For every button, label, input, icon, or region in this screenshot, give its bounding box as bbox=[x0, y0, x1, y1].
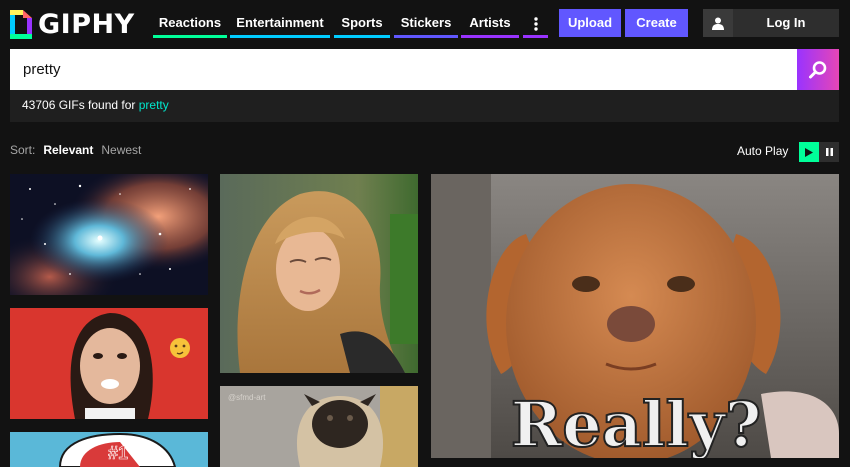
create-button[interactable]: Create bbox=[625, 9, 688, 37]
gif-pug[interactable]: @sfmd-art bbox=[220, 386, 418, 467]
results-prefix: 43706 GIFs found for bbox=[22, 98, 136, 112]
pug-watermark: @sfmd-art bbox=[228, 393, 266, 402]
search-bar bbox=[10, 49, 839, 90]
results-count: 43706 GIFs found for pretty bbox=[10, 90, 839, 122]
nav-artists[interactable]: Artists bbox=[461, 9, 519, 38]
autoplay-label: Auto Play bbox=[737, 144, 789, 158]
search-input[interactable] bbox=[10, 49, 797, 90]
sort-relevant[interactable]: Relevant bbox=[43, 143, 93, 157]
autoplay-play-button[interactable] bbox=[799, 142, 819, 162]
giphy-logo-icon bbox=[10, 10, 32, 39]
play-icon bbox=[805, 147, 813, 157]
login-button[interactable]: Log In bbox=[703, 9, 839, 37]
vertical-ellipsis-icon bbox=[533, 16, 538, 31]
brand-name: GIPHY bbox=[38, 9, 135, 40]
nav-sports[interactable]: Sports bbox=[334, 9, 390, 38]
upload-button[interactable]: Upload bbox=[559, 9, 621, 37]
badge-text: #1 bbox=[108, 443, 128, 463]
nav-stickers[interactable]: Stickers bbox=[394, 9, 458, 38]
really-caption: Really? bbox=[511, 388, 762, 458]
autoplay-pause-button[interactable] bbox=[819, 142, 839, 162]
user-icon bbox=[703, 9, 733, 37]
nav-entertainment[interactable]: Entertainment bbox=[230, 9, 330, 38]
sort-label: Sort: bbox=[10, 143, 36, 157]
gif-galaxy[interactable] bbox=[10, 174, 208, 295]
gif-really-dog[interactable]: Really? bbox=[431, 174, 839, 458]
results-query-link[interactable]: pretty bbox=[139, 98, 169, 112]
search-icon bbox=[809, 60, 827, 78]
giphy-logo[interactable]: GIPHY bbox=[10, 9, 144, 40]
more-menu-button[interactable] bbox=[523, 9, 548, 38]
login-label: Log In bbox=[766, 15, 806, 30]
gif-smiling-woman[interactable] bbox=[10, 308, 208, 419]
gif-blonde-woman[interactable] bbox=[220, 174, 418, 373]
sort-newest[interactable]: Newest bbox=[101, 143, 141, 157]
sort-bar: Sort: Relevant Newest bbox=[10, 143, 141, 157]
nav-reactions[interactable]: Reactions bbox=[153, 9, 227, 38]
pause-icon bbox=[825, 148, 833, 156]
search-button[interactable] bbox=[797, 49, 839, 90]
gif-cartoon-badge[interactable]: #1 bbox=[10, 432, 208, 467]
